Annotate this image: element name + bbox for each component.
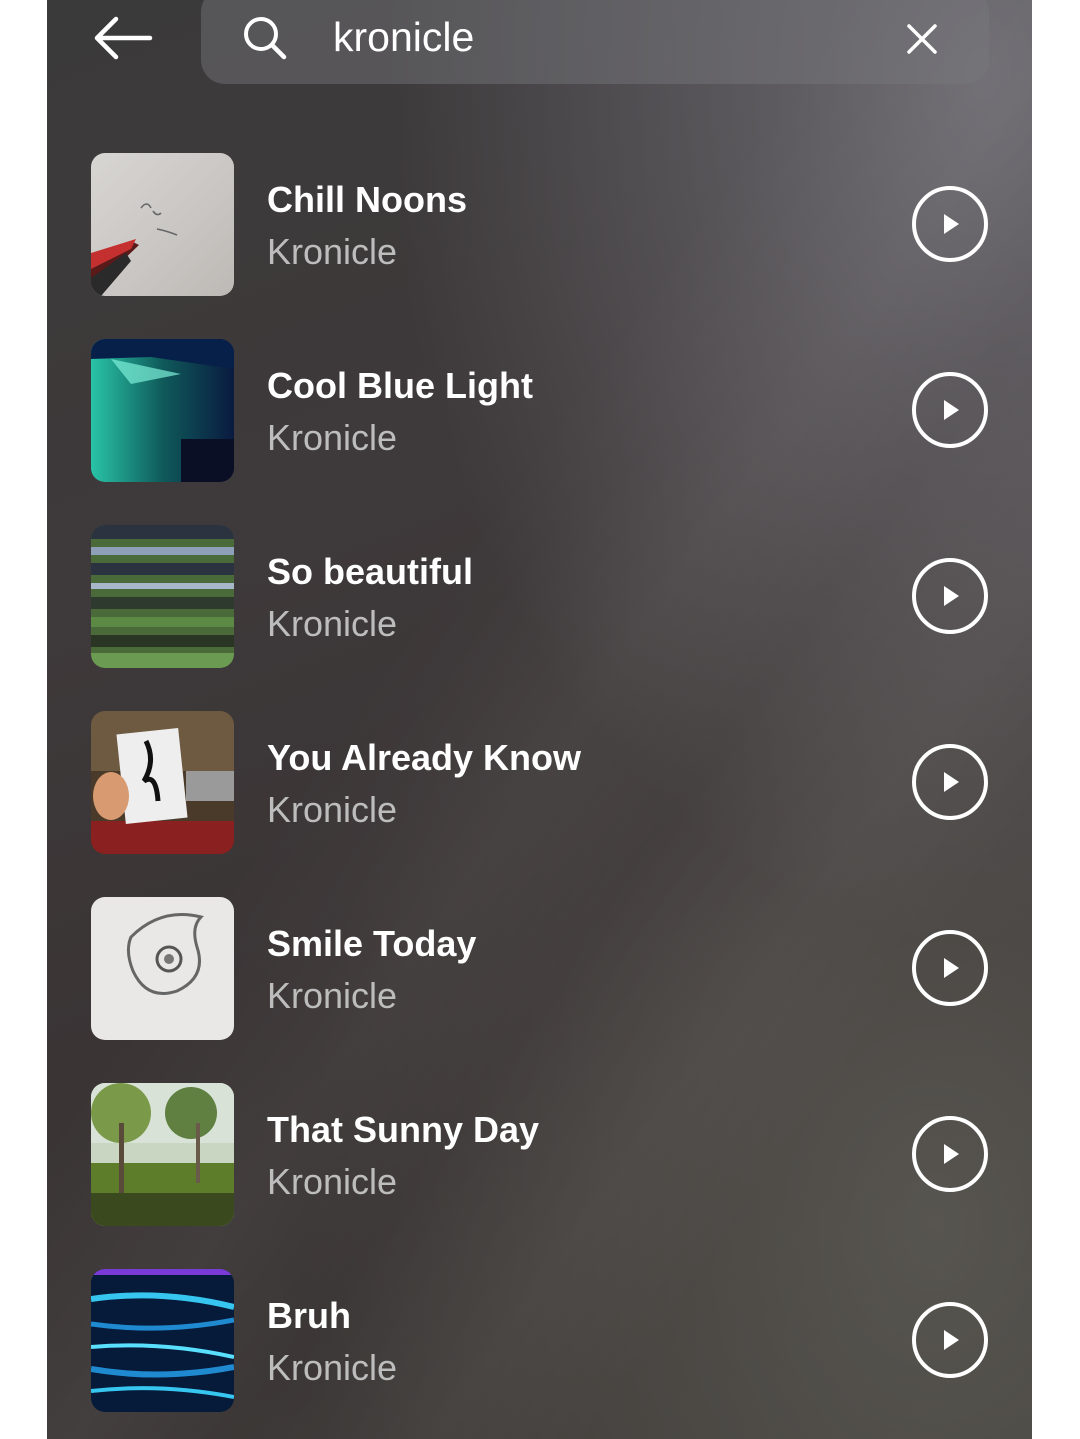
album-art: [91, 711, 234, 854]
arrow-left-icon: [94, 16, 153, 60]
track-row[interactable]: You Already Know Kronicle: [47, 711, 1032, 861]
close-icon[interactable]: [901, 18, 943, 60]
play-icon[interactable]: [911, 1115, 989, 1193]
music-search-screen: kronicle Chill Noons Kronicle Cool Blue …: [47, 0, 1032, 1439]
play-icon[interactable]: [911, 1301, 989, 1379]
track-title: Chill Noons: [267, 179, 467, 220]
album-art: [91, 1083, 234, 1226]
album-art: [91, 153, 234, 296]
track-title: Bruh: [267, 1295, 351, 1336]
track-artist: Kronicle: [267, 231, 398, 272]
track-artist: Kronicle: [267, 975, 398, 1016]
track-title: Smile Today: [267, 923, 477, 964]
album-art: [91, 897, 234, 1040]
play-icon[interactable]: [911, 557, 989, 635]
track-title: That Sunny Day: [267, 1109, 540, 1150]
track-title: So beautiful: [267, 551, 473, 592]
play-icon[interactable]: [911, 185, 989, 263]
track-artist: Kronicle: [267, 417, 398, 458]
album-art: [91, 339, 234, 482]
track-artist: Kronicle: [267, 1161, 398, 1202]
track-artist: Kronicle: [267, 1347, 398, 1388]
track-row[interactable]: Chill Noons Kronicle: [47, 153, 1032, 303]
track-row[interactable]: So beautiful Kronicle: [47, 525, 1032, 675]
play-icon[interactable]: [911, 929, 989, 1007]
track-row[interactable]: Cool Blue Light Kronicle: [47, 339, 1032, 489]
search-icon: [244, 17, 287, 60]
play-icon[interactable]: [911, 371, 989, 449]
track-artist: Kronicle: [267, 789, 398, 830]
search-bar[interactable]: kronicle: [201, 0, 989, 84]
track-row[interactable]: Bruh Kronicle: [47, 1269, 1032, 1419]
track-row[interactable]: Smile Today Kronicle: [47, 897, 1032, 1047]
play-icon[interactable]: [911, 743, 989, 821]
track-title: Cool Blue Light: [267, 365, 533, 406]
track-row[interactable]: That Sunny Day Kronicle: [47, 1083, 1032, 1233]
track-title: You Already Know: [267, 737, 582, 778]
album-art: [91, 1269, 234, 1412]
search-input[interactable]: kronicle: [333, 12, 474, 62]
back-button[interactable]: [87, 8, 159, 68]
track-artist: Kronicle: [267, 603, 398, 644]
album-art: [91, 525, 234, 668]
